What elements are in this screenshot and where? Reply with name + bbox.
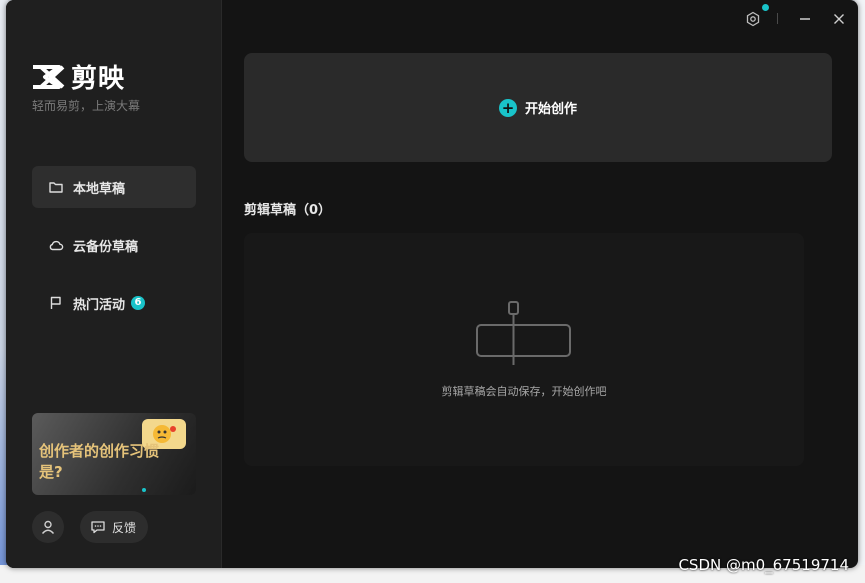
promo-banner[interactable]: 创作者的创作习惯是? xyxy=(32,413,196,495)
settings-button[interactable] xyxy=(744,10,762,28)
flag-icon xyxy=(48,295,64,311)
sidebar-item-local-drafts[interactable]: 本地草稿 xyxy=(32,166,196,208)
app-name: 剪映 xyxy=(71,64,126,94)
settings-notification-dot xyxy=(762,4,769,11)
timeline-empty-icon xyxy=(476,301,571,365)
sidebar-item-label: 本地草稿 xyxy=(73,181,126,197)
empty-drafts-message: 剪辑草稿会自动保存，开始创作吧 xyxy=(441,385,607,398)
sidebar-item-label: 云备份草稿 xyxy=(73,239,139,255)
close-button[interactable] xyxy=(830,10,848,28)
feedback-button[interactable]: 反馈 xyxy=(80,511,148,543)
notification-badge: 6 xyxy=(131,296,146,310)
capcut-logo-icon xyxy=(33,64,65,89)
plus-icon: + xyxy=(498,98,517,117)
sidebar-item-cloud-drafts[interactable]: 云备份草稿 xyxy=(32,224,196,266)
settings-icon xyxy=(746,11,760,27)
carousel-indicator[interactable] xyxy=(142,488,146,492)
start-creation-button[interactable]: + 开始创作 xyxy=(244,53,832,162)
titlebar-divider xyxy=(777,13,778,24)
minimize-button[interactable] xyxy=(796,10,814,28)
cloud-icon xyxy=(48,237,64,253)
app-tagline: 轻而易剪，上演大幕 xyxy=(32,99,141,113)
banner-text: 创作者的创作习惯是? xyxy=(39,442,160,481)
user-avatar[interactable] xyxy=(32,511,64,543)
user-icon xyxy=(41,520,55,534)
sidebar: 剪映 轻而易剪，上演大幕 本地草稿 云备份草稿 热门活动 6 创作者的创作习惯是… xyxy=(6,0,222,568)
close-icon xyxy=(834,14,844,24)
minimize-icon xyxy=(800,18,810,20)
message-icon xyxy=(90,519,106,535)
watermark: CSDN @m0_67519714 xyxy=(678,556,849,574)
drafts-section-title: 剪辑草稿（0） xyxy=(244,203,332,218)
app-logo: 剪映 xyxy=(31,58,125,95)
sidebar-item-hot-events[interactable]: 热门活动 6 xyxy=(32,282,196,324)
sidebar-item-label: 热门活动 xyxy=(73,297,126,313)
drafts-empty-area: 剪辑草稿会自动保存，开始创作吧 xyxy=(244,233,804,466)
app-window: 剪映 轻而易剪，上演大幕 本地草稿 云备份草稿 热门活动 6 创作者的创作习惯是… xyxy=(6,0,858,568)
feedback-label: 反馈 xyxy=(112,520,137,535)
folder-icon xyxy=(48,179,64,195)
start-creation-label: 开始创作 xyxy=(524,102,577,117)
